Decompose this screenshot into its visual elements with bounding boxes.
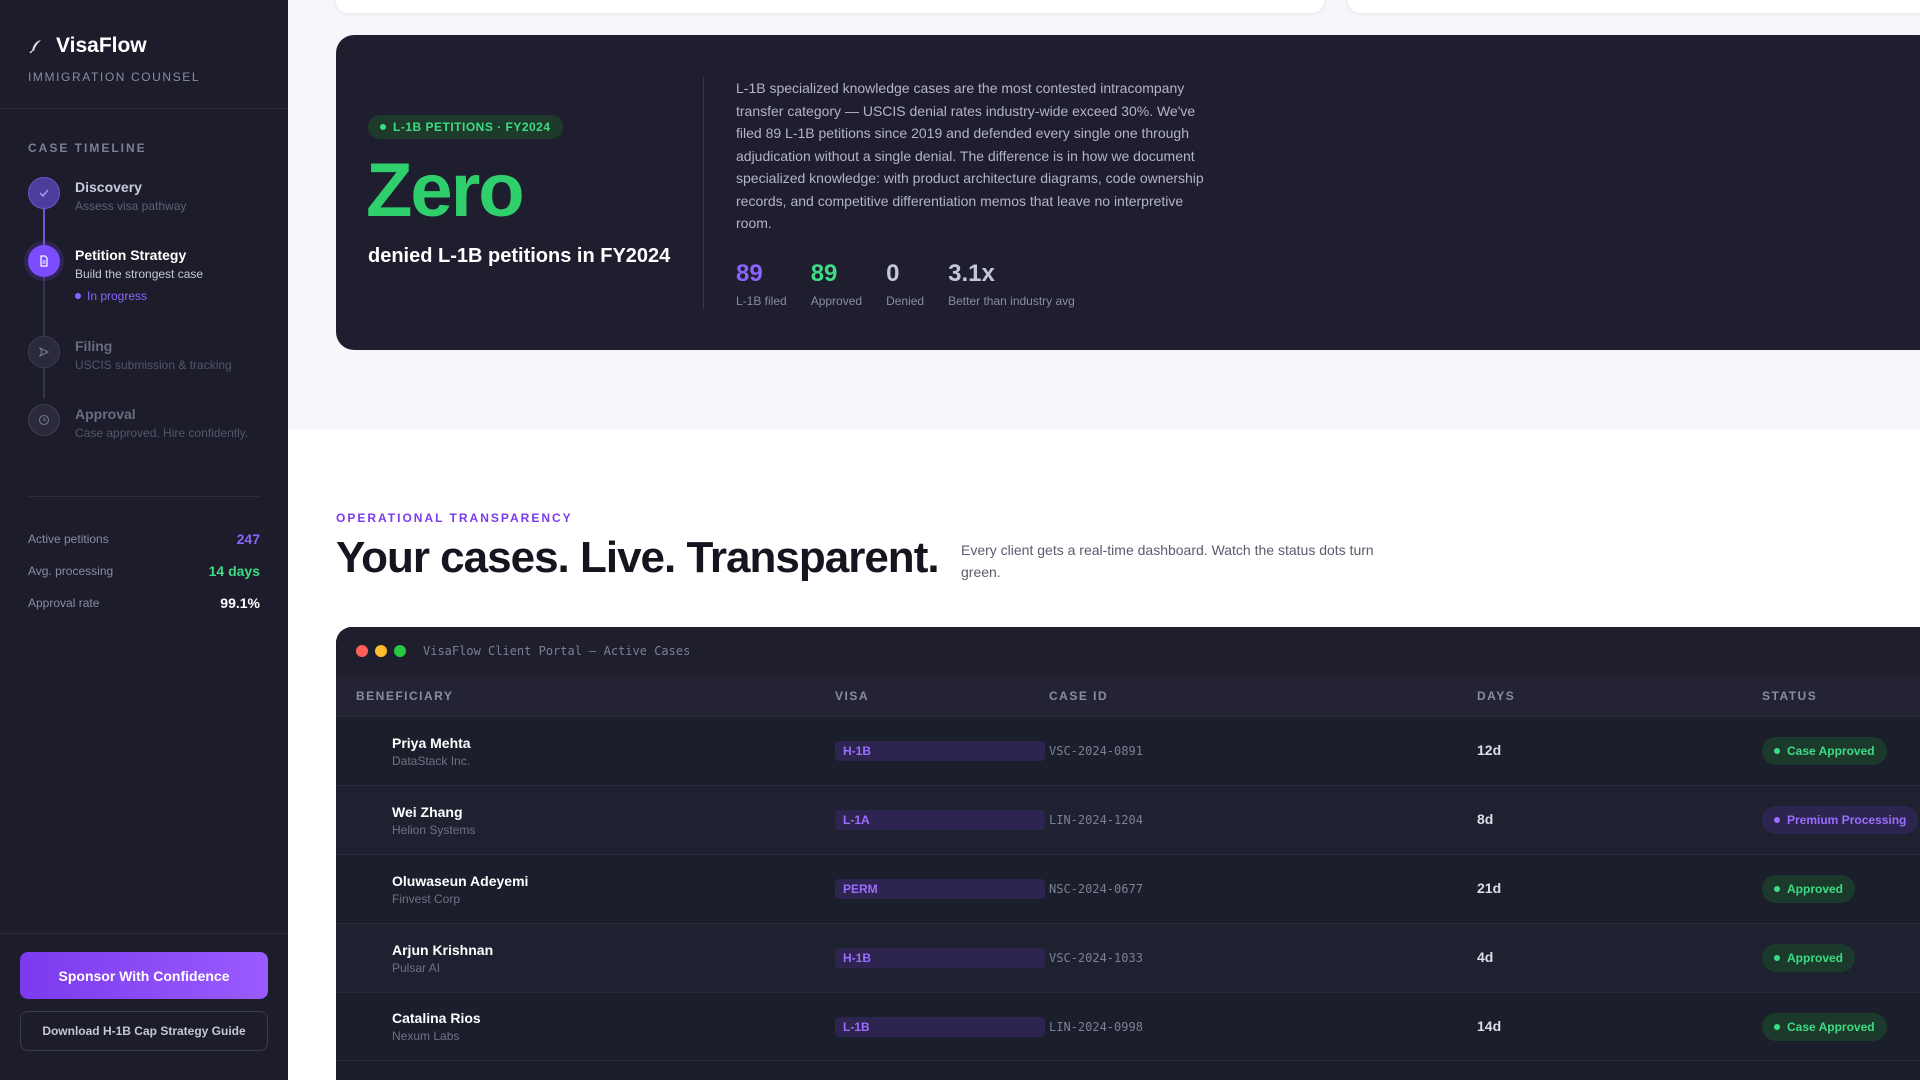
brand-subtitle: IMMIGRATION COUNSEL bbox=[28, 70, 201, 84]
days-count: 4d bbox=[1477, 949, 1494, 965]
beneficiary-company: DataStack Inc. bbox=[392, 753, 471, 768]
case-timeline: CASE TIMELINE Discovery Assess visa path… bbox=[0, 109, 288, 464]
status-badge: Premium Processing bbox=[1762, 806, 1919, 834]
hero-badge: L-1B PETITIONS · FY2024 bbox=[368, 115, 563, 139]
col-visa[interactable]: VISA bbox=[835, 689, 1049, 703]
brand: VisaFlow IMMIGRATION COUNSEL bbox=[0, 0, 288, 109]
section-description: Every client gets a real-time dashboard.… bbox=[961, 542, 1374, 580]
maximize-window-icon[interactable] bbox=[394, 645, 406, 657]
hero-stats: 89 L-1B filed 89 Approved 0 Denied 3.1x … bbox=[736, 260, 1075, 308]
top-card bbox=[336, 0, 1324, 13]
step-title: Filing bbox=[75, 338, 113, 354]
timeline-label: CASE TIMELINE bbox=[28, 141, 147, 155]
timeline-step-filing[interactable]: Filing USCIS submission & tracking bbox=[28, 336, 260, 404]
send-icon bbox=[28, 336, 60, 368]
main-content: L-1B PETITIONS · FY2024 Zero denied L-1B… bbox=[288, 0, 1920, 1080]
table-row[interactable]: Wei Zhang Helion Systems L-1A LIN-2024-12… bbox=[336, 785, 1920, 854]
table-row[interactable]: Oluwaseun Adeyemi Finvest Corp PERM NSC-2… bbox=[336, 854, 1920, 923]
step-title: Petition Strategy bbox=[75, 247, 187, 263]
portal-title: VisaFlow Client Portal — Active Cases bbox=[423, 644, 691, 658]
case-id: VSC-2024-1033 bbox=[1049, 951, 1143, 965]
sponsor-button[interactable]: Sponsor With Confidence bbox=[20, 952, 268, 999]
brand-name[interactable]: VisaFlow bbox=[56, 34, 147, 58]
table-header: BENEFICIARY VISA CASE ID DAYS STATUS bbox=[336, 675, 1920, 716]
hero-stat-filed: 89 L-1B filed bbox=[736, 260, 787, 308]
portal-titlebar: VisaFlow Client Portal — Active Cases bbox=[336, 627, 1920, 675]
beneficiary-name: Oluwaseun Adeyemi bbox=[392, 872, 529, 889]
col-days[interactable]: DAYS bbox=[1477, 689, 1762, 703]
hero-card: L-1B PETITIONS · FY2024 Zero denied L-1B… bbox=[336, 35, 1920, 350]
table-row[interactable]: Arjun Krishnan Pulsar AI H-1B VSC-2024-10… bbox=[336, 923, 1920, 992]
beneficiary-company: Helion Systems bbox=[392, 822, 476, 837]
days-count: 14d bbox=[1477, 1017, 1502, 1034]
visa-tag: H-1B bbox=[835, 741, 1045, 761]
client-portal: VisaFlow Client Portal — Active Cases BE… bbox=[336, 627, 1920, 1080]
beneficiary-company: Pulsar AI bbox=[392, 960, 441, 975]
hero-paragraph: L-1B specialized knowledge cases are the… bbox=[736, 80, 1204, 231]
step-title: Approval bbox=[75, 406, 136, 422]
stat-approval-rate: Approval rate 99.1% bbox=[28, 595, 260, 611]
col-beneficiary[interactable]: BENEFICIARY bbox=[336, 689, 835, 703]
table-row[interactable]: Catalina Rios Nexum Labs L-1B LIN-2024-09… bbox=[336, 992, 1920, 1061]
case-id: LIN-2024-1204 bbox=[1049, 813, 1143, 827]
section-eyebrow: OPERATIONAL TRANSPARENCY bbox=[336, 511, 573, 525]
col-status[interactable]: STATUS bbox=[1762, 689, 1920, 703]
step-desc: USCIS submission & tracking bbox=[75, 358, 232, 372]
timeline-step-petition-strategy[interactable]: Petition Strategy Build the strongest ca… bbox=[28, 245, 260, 336]
beneficiary-name: Wei Zhang bbox=[392, 803, 463, 820]
sidebar: VisaFlow IMMIGRATION COUNSEL CASE TIMELI… bbox=[0, 0, 288, 1080]
days-count: 12d bbox=[1477, 742, 1502, 758]
visa-tag: PERM bbox=[835, 879, 1045, 899]
stat-active-petitions: Active petitions 247 bbox=[28, 531, 260, 547]
beneficiary-company: Nexum Labs bbox=[392, 1029, 460, 1043]
clock-icon bbox=[28, 404, 60, 436]
case-id: NSC-2024-0677 bbox=[1049, 882, 1143, 896]
status-badge: Approved bbox=[1762, 944, 1856, 972]
section-headline: Your cases. Live. Transparent. bbox=[336, 533, 940, 582]
document-icon bbox=[28, 245, 60, 277]
hero-big-number: Zero bbox=[366, 148, 525, 233]
visa-tag: L-1A bbox=[835, 810, 1045, 830]
beneficiary-name: Arjun Krishnan bbox=[392, 941, 494, 958]
step-desc: Case approved. Hire confidently. bbox=[75, 426, 249, 440]
step-title: Discovery bbox=[75, 179, 142, 195]
hero-stat-denied: 0 Denied bbox=[886, 260, 925, 308]
days-count: 21d bbox=[1477, 880, 1502, 896]
hero-stat-approved: 89 Approved bbox=[810, 260, 863, 308]
beneficiary-company: Finvest Corp bbox=[392, 891, 461, 906]
feather-logo-icon bbox=[29, 40, 41, 54]
visa-tag: L-1B bbox=[835, 1016, 1045, 1037]
status-badge: Approved bbox=[1762, 875, 1856, 903]
close-window-icon[interactable] bbox=[356, 645, 368, 657]
sidebar-footer: Sponsor With Confidence Download H-1B Ca… bbox=[0, 933, 288, 1080]
check-icon bbox=[28, 177, 60, 209]
stat-avg-processing: Avg. processing 14 days bbox=[28, 563, 260, 579]
case-id: VSC-2024-0891 bbox=[1049, 744, 1143, 758]
beneficiary-name: Catalina Rios bbox=[392, 1010, 481, 1026]
step-desc: Assess visa pathway bbox=[75, 199, 187, 213]
sidebar-stats: Active petitions 247 Avg. processing 14 … bbox=[28, 496, 260, 619]
hero-stat-multiplier: 3.1x Better than industry avg bbox=[948, 260, 1075, 308]
col-case-id[interactable]: CASE ID bbox=[1049, 689, 1477, 703]
transparency-section: OPERATIONAL TRANSPARENCY Your cases. Liv… bbox=[288, 430, 1920, 1080]
beneficiary-name: Priya Mehta bbox=[392, 734, 471, 751]
step-status: In progress bbox=[75, 289, 203, 303]
case-id: LIN-2024-0998 bbox=[1049, 1019, 1143, 1034]
table-row[interactable]: Priya Mehta DataStack Inc. H-1B VSC-2024-… bbox=[336, 716, 1920, 785]
hero-subtitle: denied L-1B petitions in FY2024 bbox=[368, 245, 671, 267]
timeline-step-approval[interactable]: Approval Case approved. Hire confidently… bbox=[28, 404, 260, 464]
step-desc: Build the strongest case bbox=[75, 267, 204, 281]
timeline-step-discovery[interactable]: Discovery Assess visa pathway bbox=[28, 177, 260, 245]
days-count: 8d bbox=[1477, 811, 1494, 827]
download-guide-button[interactable]: Download H-1B Cap Strategy Guide bbox=[20, 1011, 268, 1051]
minimize-window-icon[interactable] bbox=[375, 645, 387, 657]
top-card bbox=[1348, 0, 1920, 13]
status-badge: Case Approved bbox=[1762, 1012, 1887, 1041]
status-badge: Case Approved bbox=[1762, 737, 1887, 765]
visa-tag: H-1B bbox=[835, 948, 1045, 968]
